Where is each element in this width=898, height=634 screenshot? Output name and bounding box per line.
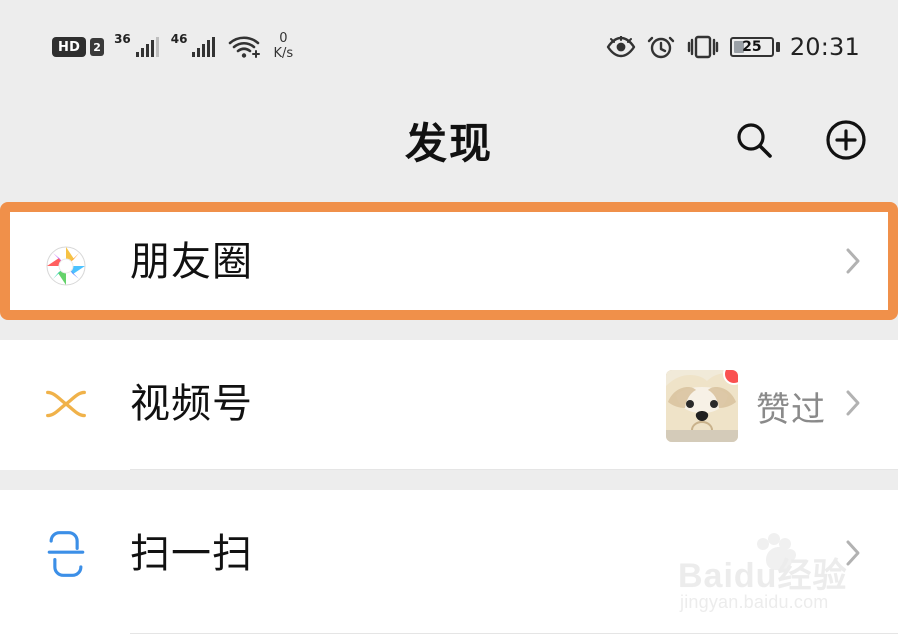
- status-bar: HD 2 36 46 0 K/s 25 20:31: [0, 0, 898, 90]
- network-3g-label: 36: [114, 32, 131, 46]
- moments-icon-wrap: [40, 240, 92, 292]
- list-item-moments[interactable]: 朋友圈: [0, 202, 898, 320]
- add-button[interactable]: [822, 116, 870, 164]
- avatar: [666, 370, 738, 442]
- wechat-discover-screen: HD 2 36 46 0 K/s 25 20:31 发现 朋友圈 视频号 赞过 …: [0, 0, 898, 634]
- list-item-label: 朋友圈: [130, 239, 253, 285]
- network-speed-unit: K/s: [273, 46, 294, 61]
- discover-header: 发现: [0, 90, 898, 190]
- channels-icon-wrap: [40, 378, 92, 430]
- list-item-channels[interactable]: 视频号 赞过: [0, 340, 898, 470]
- search-icon: [737, 123, 772, 158]
- signal-icon: [192, 37, 216, 57]
- sim-badge: 2: [90, 38, 105, 56]
- list-item-label: 扫一扫: [130, 531, 253, 577]
- battery-icon: 25: [729, 37, 780, 57]
- discover-list: 朋友圈 视频号 赞过 扫一扫: [0, 190, 898, 634]
- chevron-right-icon: [846, 390, 860, 416]
- scan-icon-wrap: [40, 528, 92, 580]
- list-item-inner: 朋友圈: [10, 212, 888, 310]
- network-speed-value: 0: [279, 31, 288, 46]
- hd-badge: HD: [52, 37, 87, 57]
- channels-right: 赞过: [666, 368, 826, 444]
- wifi-icon: [229, 36, 261, 58]
- scan-icon: [47, 531, 85, 577]
- battery-tip: [775, 42, 780, 52]
- list-item-inner: 视频号 赞过: [0, 340, 898, 470]
- list-item-scan[interactable]: 扫一扫: [0, 490, 898, 634]
- moments-icon: [46, 246, 86, 286]
- status-time: 20:31: [789, 33, 860, 61]
- battery-percent: 25: [742, 39, 762, 55]
- chevron-right-icon: [846, 248, 860, 274]
- network-speed: 0 K/s: [273, 31, 293, 61]
- search-button[interactable]: [730, 116, 778, 164]
- vibrate-icon: [687, 35, 719, 59]
- alarm-icon: [647, 36, 675, 59]
- battery-body: 25: [729, 37, 774, 57]
- header-actions: [730, 112, 870, 168]
- eye-icon: [606, 36, 636, 58]
- list-item-inner: 扫一扫: [0, 490, 898, 634]
- signal-icon: [135, 37, 159, 57]
- channels-meta-text: 赞过: [756, 389, 826, 430]
- network-4g-label: 46: [170, 32, 188, 46]
- add-circle-icon: [826, 120, 866, 160]
- channels-icon: [46, 390, 86, 418]
- status-left: HD 2 36 46 0 K/s: [52, 24, 293, 70]
- row-divider: [130, 469, 898, 470]
- status-right: 25 20:31: [606, 24, 860, 70]
- list-item-label: 视频号: [130, 381, 253, 427]
- chevron-right-icon: [846, 540, 860, 566]
